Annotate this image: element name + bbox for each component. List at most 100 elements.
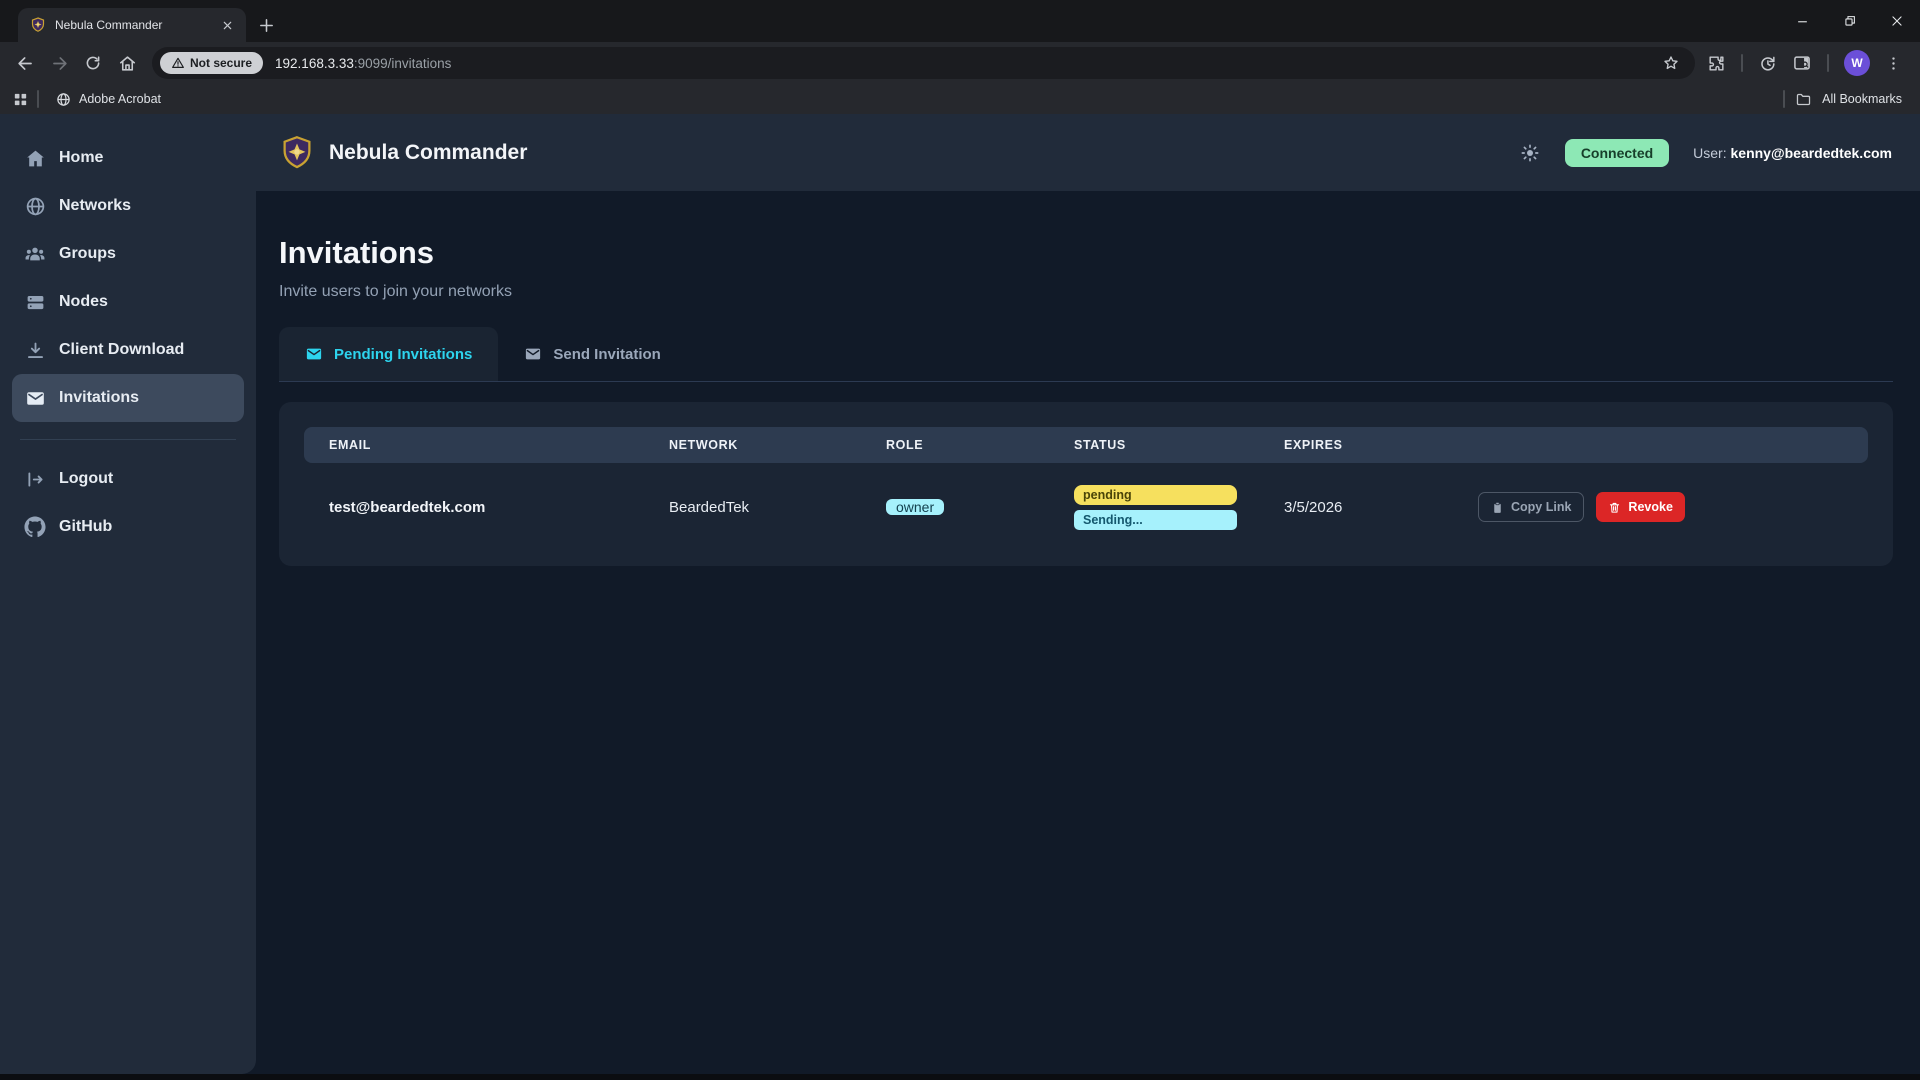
tab-title: Nebula Commander	[55, 18, 209, 32]
history-icon[interactable]	[1758, 54, 1777, 73]
download-icon	[24, 339, 46, 361]
header-right: Connected User: kenny@beardedtek.com	[1519, 139, 1892, 167]
bookmark-label: Adobe Acrobat	[79, 92, 161, 106]
sidebar-item-client-download[interactable]: Client Download	[12, 326, 244, 374]
logout-icon	[24, 468, 46, 490]
forward-icon[interactable]	[42, 46, 76, 80]
menu-kebab-icon[interactable]	[1885, 55, 1902, 72]
security-label: Not secure	[190, 56, 252, 70]
sidebar: Home Networks Groups Nodes	[0, 114, 256, 1074]
page-title: Invitations	[279, 235, 1893, 271]
column-header-role: ROLE	[886, 438, 1074, 452]
content-column: Nebula Commander Connected User: kenny@b…	[256, 114, 1920, 1074]
server-icon	[24, 291, 46, 313]
sidebar-item-label: Invitations	[59, 389, 139, 407]
revoke-label: Revoke	[1628, 500, 1672, 514]
column-header-expires: EXPIRES	[1284, 438, 1478, 452]
window-bottom-edge	[0, 1074, 1920, 1080]
url-text[interactable]: 192.168.3.33:9099/invitations	[275, 56, 1645, 71]
extensions-icon[interactable]	[1707, 54, 1726, 73]
invitation-network: BeardedTek	[669, 499, 886, 516]
invitation-expires: 3/5/2026	[1284, 499, 1478, 516]
sidebar-item-label: Nodes	[59, 293, 108, 311]
role-select[interactable]: owner	[886, 499, 944, 515]
side-panel-icon[interactable]	[1792, 53, 1812, 73]
browser-toolbar: Not secure 192.168.3.33:9099/invitations…	[0, 42, 1920, 84]
reload-icon[interactable]	[76, 46, 110, 80]
sidebar-item-label: Networks	[59, 197, 131, 215]
status-badge-pending: pending	[1074, 485, 1237, 505]
shield-favicon-icon	[30, 17, 46, 33]
sidebar-item-groups[interactable]: Groups	[12, 230, 244, 278]
sidebar-item-invitations[interactable]: Invitations	[12, 374, 244, 422]
toolbar-separator	[1741, 54, 1743, 72]
tab-pending-invitations[interactable]: Pending Invitations	[279, 327, 498, 381]
all-bookmarks-label: All Bookmarks	[1822, 92, 1902, 106]
app-title: Nebula Commander	[329, 141, 527, 165]
restore-button-icon[interactable]	[1826, 0, 1873, 42]
address-bar[interactable]: Not secure 192.168.3.33:9099/invitations	[152, 47, 1695, 79]
close-button-icon[interactable]	[1873, 0, 1920, 42]
sidebar-item-logout[interactable]: Logout	[12, 455, 244, 503]
role-cell: owner	[886, 494, 1074, 521]
main-content: Invitations Invite users to join your ne…	[256, 191, 1920, 1074]
url-host: 192.168.3.33	[275, 56, 354, 71]
revoke-button[interactable]: Revoke	[1596, 492, 1684, 522]
users-icon	[24, 243, 46, 265]
bookmarks-separator	[1783, 90, 1785, 108]
table-row: test@beardedtek.com BeardedTek owner pen…	[304, 473, 1868, 541]
copy-link-button[interactable]: Copy Link	[1478, 492, 1584, 522]
minimize-button-icon[interactable]	[1779, 0, 1826, 42]
app-header: Nebula Commander Connected User: kenny@b…	[256, 114, 1920, 191]
status-badge-sending: Sending...	[1074, 510, 1237, 530]
sidebar-item-label: Groups	[59, 245, 116, 263]
bookmark-item-adobe-acrobat[interactable]: Adobe Acrobat	[47, 92, 170, 107]
new-tab-button[interactable]	[254, 13, 278, 37]
browser-window: Nebula Commander	[0, 0, 1920, 1080]
tab-send-invitation[interactable]: Send Invitation	[498, 327, 687, 381]
window-controls	[1779, 0, 1920, 42]
user-email: kenny@beardedtek.com	[1731, 145, 1893, 161]
folder-icon	[1795, 91, 1812, 108]
sidebar-item-github[interactable]: GitHub	[12, 503, 244, 551]
browser-titlebar: Nebula Commander	[0, 0, 1920, 42]
home-nav-icon[interactable]	[110, 46, 144, 80]
toolbar-right-icons: W	[1703, 50, 1912, 76]
back-icon[interactable]	[8, 46, 42, 80]
globe-favicon-icon	[56, 92, 71, 107]
user-info: User: kenny@beardedtek.com	[1693, 145, 1892, 161]
apps-grid-icon[interactable]	[12, 91, 29, 108]
app-logo-shield-icon	[279, 135, 315, 171]
trash-icon	[1608, 501, 1621, 514]
github-icon	[24, 516, 46, 538]
user-label: User:	[1693, 145, 1726, 161]
bookmarks-bar: Adobe Acrobat All Bookmarks	[0, 84, 1920, 114]
sidebar-item-networks[interactable]: Networks	[12, 182, 244, 230]
browser-tab[interactable]: Nebula Commander	[18, 8, 246, 42]
profile-avatar[interactable]: W	[1844, 50, 1870, 76]
bookmark-star-icon[interactable]	[1657, 49, 1685, 77]
sidebar-item-home[interactable]: Home	[12, 134, 244, 182]
column-header-network: NETWORK	[669, 438, 886, 452]
tab-bar: Pending Invitations Send Invitation	[279, 327, 1893, 382]
toolbar-separator	[1827, 54, 1829, 72]
url-path: :9099/invitations	[354, 56, 452, 71]
sidebar-item-label: Home	[59, 149, 103, 167]
bookmarks-separator	[37, 90, 39, 108]
invitation-email: test@beardedtek.com	[329, 499, 669, 516]
page-subtitle: Invite users to join your networks	[279, 283, 1893, 301]
sidebar-item-label: Logout	[59, 470, 113, 488]
tab-close-icon[interactable]	[218, 16, 236, 34]
sidebar-divider	[20, 439, 236, 440]
sidebar-item-nodes[interactable]: Nodes	[12, 278, 244, 326]
sun-icon[interactable]	[1519, 142, 1541, 164]
envelope-icon	[524, 345, 542, 363]
envelope-icon	[24, 387, 46, 409]
column-header-status: STATUS	[1074, 438, 1284, 452]
clipboard-icon	[1491, 501, 1504, 514]
not-secure-chip[interactable]: Not secure	[160, 52, 263, 74]
tab-label: Send Invitation	[553, 346, 661, 363]
all-bookmarks[interactable]: All Bookmarks	[1783, 90, 1908, 108]
web-page: Home Networks Groups Nodes	[0, 114, 1920, 1074]
table-header-row: EMAIL NETWORK ROLE STATUS EXPIRES	[304, 427, 1868, 463]
